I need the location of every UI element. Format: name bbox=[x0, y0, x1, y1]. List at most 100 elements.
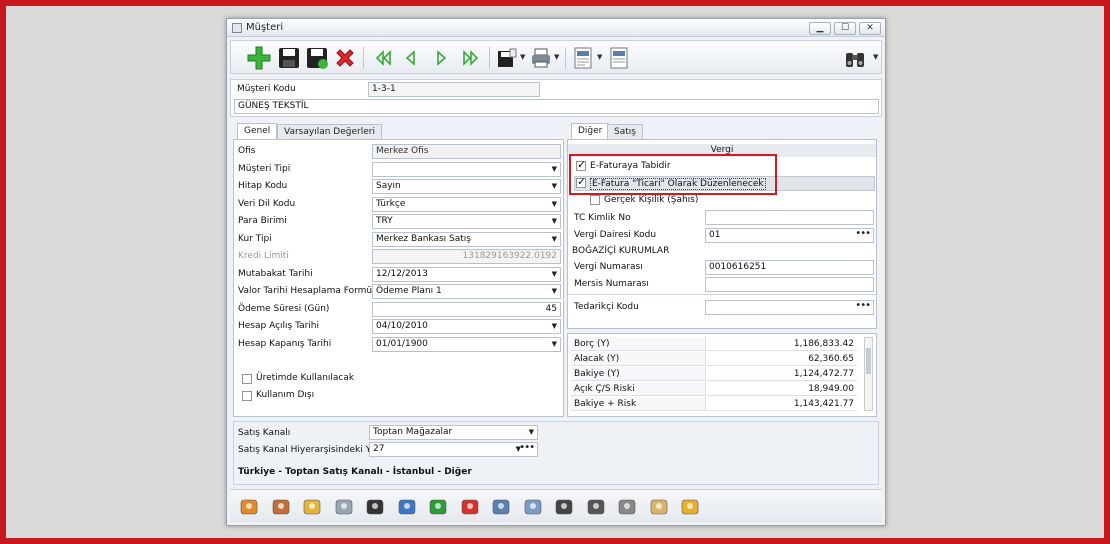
bank-icon[interactable] bbox=[616, 496, 638, 518]
pencil-icon[interactable] bbox=[301, 496, 323, 518]
vergi-dairesi-lookup-icon[interactable]: ••• bbox=[855, 229, 871, 240]
dropdown-arrow-icon[interactable]: ▼ bbox=[552, 285, 557, 298]
general-row-field[interactable]: Türkçe ▼ bbox=[372, 196, 561, 212]
mersis-field[interactable] bbox=[705, 277, 874, 292]
dropdown-arrow-icon[interactable]: ▼ bbox=[552, 180, 557, 193]
tedarikci-field[interactable]: ••• bbox=[705, 300, 874, 315]
warning-icon[interactable] bbox=[427, 496, 449, 518]
general-row-field[interactable]: Merkez Ofis bbox=[372, 144, 561, 159]
dropdown-arrow-icon[interactable]: ▼ bbox=[552, 163, 557, 176]
save-icon[interactable] bbox=[277, 46, 301, 70]
tab-satis[interactable]: Satış bbox=[607, 124, 643, 140]
general-row-label: Kur Tipi bbox=[238, 233, 272, 244]
folder-icon[interactable] bbox=[679, 496, 701, 518]
general-row-value: 12/12/2013 bbox=[376, 268, 428, 279]
previous-record-icon[interactable] bbox=[399, 46, 423, 70]
general-row-field[interactable]: 04/10/2010 ▼ bbox=[372, 319, 561, 334]
general-row-label: Ödeme Süresi (Gün) bbox=[238, 303, 330, 314]
balance-value: 1,124,472.77 bbox=[707, 367, 857, 381]
general-row-field[interactable]: TRY ▼ bbox=[372, 214, 561, 229]
mail-icon[interactable] bbox=[333, 496, 355, 518]
general-row-value: Türkçe bbox=[376, 198, 406, 209]
dropdown-arrow-icon[interactable]: ▼ bbox=[552, 338, 557, 351]
vergi-no-field[interactable]: 0010616251 bbox=[705, 260, 874, 275]
gercek-kisilik-label: Gerçek Kişilik (Şahıs) bbox=[604, 195, 699, 205]
maximize-button[interactable]: ☐ bbox=[834, 22, 856, 35]
dropdown-arrow-icon[interactable]: ▼ bbox=[552, 320, 557, 333]
last-record-icon[interactable] bbox=[459, 46, 483, 70]
tab-varsayilan-degerleri[interactable]: Varsayılan Değerleri bbox=[277, 124, 382, 140]
balance-value: 62,360.65 bbox=[707, 352, 857, 366]
general-row-value: 04/10/2010 bbox=[376, 321, 428, 331]
general-row-field[interactable]: 12/12/2013 ▼ bbox=[372, 266, 561, 282]
user-icon[interactable] bbox=[396, 496, 418, 518]
headset-icon[interactable] bbox=[364, 496, 386, 518]
satis-kanali-dropdown-icon[interactable]: ▼ bbox=[529, 426, 534, 439]
binoculars-icon[interactable] bbox=[843, 46, 867, 70]
vergi-dairesi-field[interactable]: 01 ••• bbox=[705, 228, 874, 243]
general-row-field[interactable]: Ödeme Planı 1 ▼ bbox=[372, 284, 561, 299]
print-dropdown-icon[interactable]: ▼ bbox=[554, 53, 559, 61]
balance-scrollbar[interactable] bbox=[864, 337, 873, 411]
balance-label: Açık Ç/S Riski bbox=[571, 382, 706, 396]
layout2-icon[interactable] bbox=[607, 46, 631, 70]
hierarchy-combo[interactable]: 27 ▼ ••• bbox=[369, 442, 538, 457]
general-row-field: 131829163922.0192 bbox=[372, 249, 561, 264]
customer-name-field[interactable]: GÜNEŞ TEKSTİL bbox=[234, 99, 879, 114]
general-row-field[interactable]: Merkez Bankası Satış ▼ bbox=[372, 231, 561, 247]
tab-diger[interactable]: Diğer bbox=[571, 123, 610, 140]
balance-row: Alacak (Y) 62,360.65 bbox=[571, 352, 861, 367]
customer-code-field[interactable]: 1-3-1 bbox=[368, 82, 540, 97]
next-record-icon[interactable] bbox=[429, 46, 453, 70]
print-icon[interactable] bbox=[529, 46, 553, 70]
save-new-icon[interactable] bbox=[305, 46, 329, 70]
minimize-button[interactable]: ▁ bbox=[809, 22, 831, 35]
save-as-dropdown-icon[interactable]: ▼ bbox=[520, 53, 525, 61]
save-as-icon[interactable] bbox=[495, 46, 519, 70]
book-icon[interactable] bbox=[648, 496, 670, 518]
satis-kanali-combo[interactable]: Toptan Mağazalar ▼ bbox=[369, 425, 538, 440]
general-row-value: Merkez Ofis bbox=[376, 146, 429, 156]
close-button[interactable]: ✕ bbox=[859, 22, 881, 35]
dropdown-arrow-icon[interactable]: ▼ bbox=[552, 198, 557, 211]
dropdown-arrow-icon[interactable]: ▼ bbox=[552, 268, 557, 281]
general-row-label: Hitap Kodu bbox=[238, 181, 288, 191]
general-row-field[interactable]: Sayın ▼ bbox=[372, 179, 561, 194]
uretimde-checkbox[interactable] bbox=[242, 374, 252, 384]
kullanim-disi-checkbox[interactable] bbox=[242, 391, 252, 401]
dropdown-arrow-icon[interactable]: ▼ bbox=[552, 233, 557, 246]
general-row-label: Valor Tarihi Hesaplama Formülü bbox=[238, 286, 381, 296]
general-row-value: 131829163922.0192 bbox=[462, 251, 557, 261]
phone-icon[interactable] bbox=[459, 496, 481, 518]
gercek-kisilik-checkbox[interactable] bbox=[590, 195, 600, 205]
general-row-field[interactable]: ▼ bbox=[372, 161, 561, 177]
layout-icon[interactable] bbox=[571, 46, 595, 70]
general-row-label: Veri Dil Kodu bbox=[238, 198, 296, 209]
dropdown-arrow-icon[interactable]: ▼ bbox=[552, 215, 557, 228]
tab-genel[interactable]: Genel bbox=[237, 123, 278, 140]
hierarchy-lookup-icon[interactable]: ••• bbox=[519, 443, 535, 454]
hierarchy-value: 27 bbox=[373, 444, 385, 454]
delete-icon[interactable] bbox=[333, 46, 357, 70]
person-icon[interactable] bbox=[553, 496, 575, 518]
contacts-icon[interactable] bbox=[238, 496, 260, 518]
window-icon bbox=[232, 23, 242, 33]
camera-icon[interactable] bbox=[585, 496, 607, 518]
balance-value: 1,186,833.42 bbox=[707, 337, 857, 351]
binoculars-dropdown-icon[interactable]: ▼ bbox=[873, 53, 878, 61]
balance-row: Borç (Y) 1,186,833.42 bbox=[571, 337, 861, 352]
card-icon[interactable] bbox=[522, 496, 544, 518]
general-row-field[interactable]: 45 bbox=[372, 301, 561, 317]
general-row-field[interactable]: 01/01/1900 ▼ bbox=[372, 336, 561, 352]
documents-icon[interactable] bbox=[270, 496, 292, 518]
layout-dropdown-icon[interactable]: ▼ bbox=[597, 53, 602, 61]
tedarikci-lookup-icon[interactable]: ••• bbox=[855, 301, 871, 312]
balance-grid: Borç (Y) 1,186,833.42 Alacak (Y) 62,360.65 B… bbox=[567, 333, 877, 417]
users-icon[interactable] bbox=[490, 496, 512, 518]
vergi-dairesi-name: BOĞAZİÇİ KURUMLAR bbox=[572, 246, 670, 256]
tc-kimlik-field[interactable] bbox=[705, 210, 874, 225]
vergi-no-label: Vergi Numarası bbox=[574, 262, 643, 272]
kullanim-disi-label: Kullanım Dışı bbox=[256, 390, 315, 400]
add-icon[interactable] bbox=[247, 46, 271, 70]
first-record-icon[interactable] bbox=[371, 46, 395, 70]
